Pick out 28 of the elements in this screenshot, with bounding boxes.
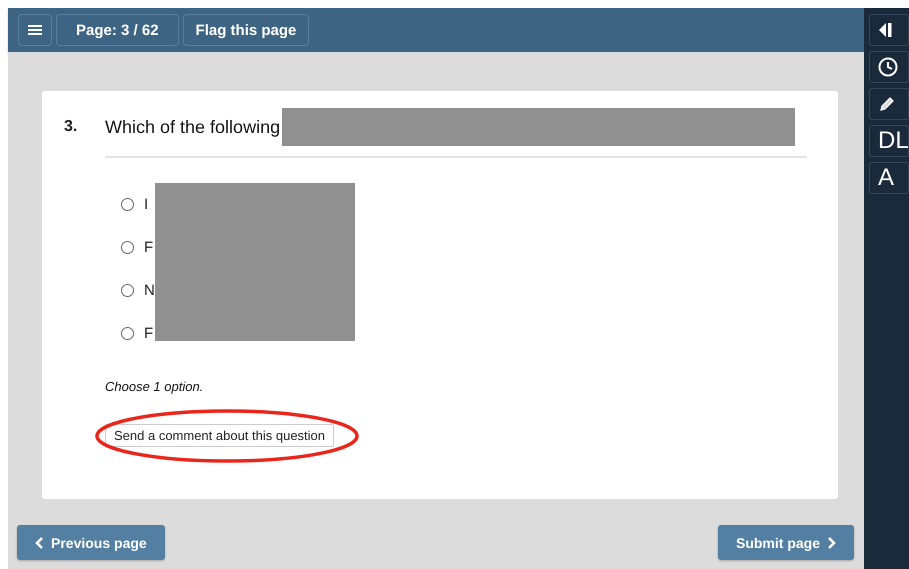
option-text: F — [144, 324, 154, 342]
clock-button[interactable] — [869, 51, 909, 83]
instruction-text: Choose 1 option. — [105, 379, 204, 394]
page-indicator-button[interactable]: Page: 3 / 62 — [56, 14, 179, 46]
collapse-button[interactable] — [869, 14, 909, 46]
option-text: N — [144, 282, 155, 298]
chevron-right-icon — [826, 536, 836, 548]
collapse-panel-icon — [878, 22, 892, 38]
pencil-icon — [878, 95, 896, 113]
chevron-left-icon — [35, 536, 45, 548]
flag-page-button[interactable]: Flag this page — [182, 14, 310, 46]
panel-text-button[interactable]: DL — [869, 125, 909, 157]
comment-button[interactable]: Send a comment about this question — [105, 424, 334, 447]
submit-page-button[interactable]: Submit page — [718, 525, 854, 560]
pencil-button[interactable] — [869, 88, 909, 120]
radio-button[interactable] — [121, 326, 134, 340]
radio-button[interactable] — [121, 240, 134, 254]
option-text: I — [144, 196, 148, 212]
panel-text-button[interactable]: A — [869, 162, 909, 194]
clock-icon — [878, 57, 898, 77]
question-text: Which of the following — [105, 116, 280, 138]
option-text: F — [144, 238, 154, 256]
menu-button[interactable] — [18, 14, 52, 46]
radio-button[interactable] — [121, 284, 134, 296]
question-number: 3. — [64, 118, 78, 136]
menu-icon — [28, 24, 42, 36]
radio-button[interactable] — [121, 198, 134, 210]
previous-page-button[interactable]: Previous page — [17, 525, 165, 560]
